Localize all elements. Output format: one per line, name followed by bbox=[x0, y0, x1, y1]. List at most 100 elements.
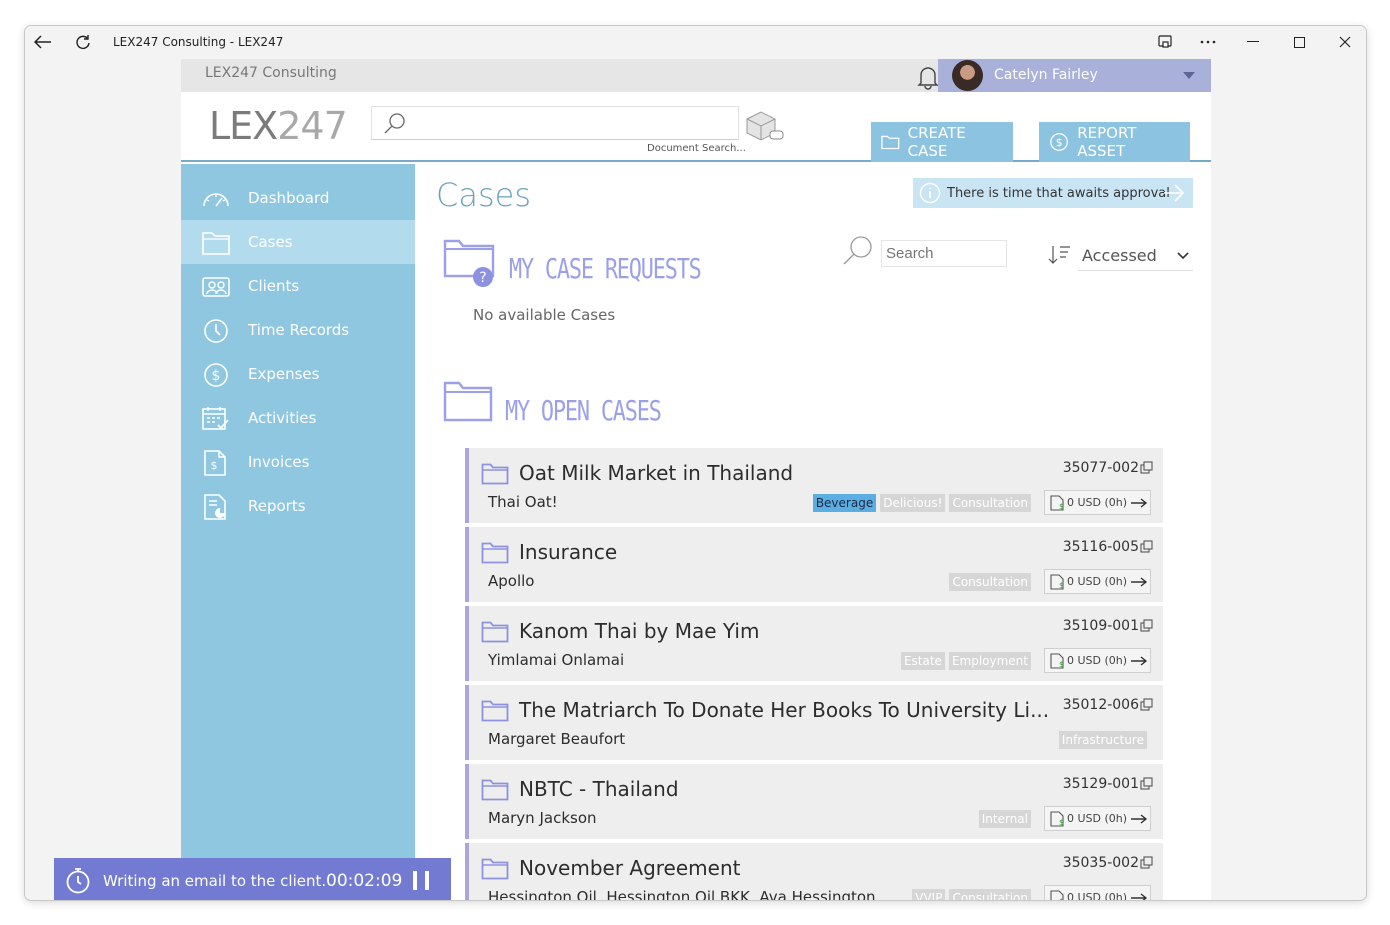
alert-text: There is time that awaits approval bbox=[947, 185, 1170, 201]
dollar-icon: $ bbox=[1050, 133, 1069, 151]
close-icon[interactable] bbox=[1335, 32, 1355, 52]
refresh-icon[interactable] bbox=[73, 32, 93, 52]
sidebar-item-time-records[interactable]: Time Records bbox=[181, 308, 415, 352]
case-requests-title: MY CASE REQUESTS bbox=[509, 252, 702, 285]
folder-icon bbox=[881, 135, 900, 150]
case-expense-button[interactable]: $0 USD (0h) bbox=[1044, 490, 1151, 515]
logo: LEX247 bbox=[209, 104, 348, 148]
external-link-icon[interactable] bbox=[1140, 619, 1153, 632]
sidebar-item-label: Expenses bbox=[248, 365, 320, 383]
case-expense-button[interactable]: $0 USD (0h) bbox=[1044, 569, 1151, 594]
external-link-icon[interactable] bbox=[1140, 777, 1153, 790]
case-expense: 0 USD (0h) bbox=[1067, 812, 1128, 825]
folder-icon bbox=[481, 463, 509, 485]
report-asset-label: REPORT ASSET bbox=[1077, 124, 1137, 160]
logo-light: 247 bbox=[277, 104, 348, 148]
avatar bbox=[952, 60, 983, 91]
case-card[interactable]: NBTC - Thailand Maryn Jackson 35129-001 Int… bbox=[465, 764, 1163, 839]
external-link-icon[interactable] bbox=[1140, 856, 1153, 869]
sort-dropdown[interactable]: Accessed bbox=[1048, 240, 1193, 271]
header: LEX247 Document Search... CREATE CASE $ … bbox=[181, 92, 1211, 162]
case-title[interactable]: The Matriarch To Donate Her Books To Uni… bbox=[519, 698, 1049, 722]
sidebar-item-reports[interactable]: Reports bbox=[181, 484, 415, 528]
arrow-right-icon bbox=[1131, 813, 1148, 824]
case-client: Thai Oat! bbox=[488, 493, 558, 511]
page-title: Cases bbox=[436, 176, 531, 214]
sidebar-item-clients[interactable]: Clients bbox=[181, 264, 415, 308]
case-tag: Consultation bbox=[949, 494, 1031, 512]
case-title[interactable]: Oat Milk Market in Thailand bbox=[519, 461, 793, 485]
minimize-icon[interactable] bbox=[1243, 32, 1263, 52]
external-link-icon[interactable] bbox=[1140, 461, 1153, 474]
case-card[interactable]: November Agreement Hessington Oil, Hessin… bbox=[465, 843, 1163, 901]
svg-text:$: $ bbox=[1059, 660, 1064, 669]
case-expense: 0 USD (0h) bbox=[1067, 654, 1128, 667]
case-title[interactable]: Kanom Thai by Mae Yim bbox=[519, 619, 759, 643]
expense-doc-icon: $ bbox=[1050, 889, 1064, 900]
sidebar-item-label: Clients bbox=[248, 277, 300, 295]
case-expense-button[interactable]: $0 USD (0h) bbox=[1044, 806, 1151, 831]
bell-icon[interactable] bbox=[916, 64, 940, 94]
svg-text:$: $ bbox=[1056, 136, 1063, 149]
case-tag: Infrastructure bbox=[1058, 731, 1147, 749]
sort-selected: Accessed bbox=[1082, 246, 1157, 265]
case-title[interactable]: November Agreement bbox=[519, 856, 740, 880]
dollar-icon: $ bbox=[204, 363, 228, 387]
sidebar-item-expenses[interactable]: $ Expenses bbox=[181, 352, 415, 396]
report-asset-button[interactable]: $ REPORT ASSET bbox=[1039, 122, 1190, 162]
case-card[interactable]: The Matriarch To Donate Her Books To Uni… bbox=[465, 685, 1163, 760]
expense-doc-icon: $ bbox=[1050, 494, 1064, 511]
case-requests-search-input[interactable] bbox=[881, 240, 1007, 267]
folder-icon bbox=[481, 700, 509, 722]
case-tag: Consultation bbox=[949, 889, 1031, 900]
user-menu[interactable]: Catelyn Fairley bbox=[938, 59, 1211, 92]
case-tag: VVIP bbox=[912, 889, 946, 900]
pause-button[interactable] bbox=[413, 871, 429, 890]
maximize-icon[interactable] bbox=[1289, 32, 1309, 52]
user-name: Catelyn Fairley bbox=[994, 67, 1098, 83]
case-tag: Employment bbox=[948, 652, 1031, 670]
document-search-input[interactable] bbox=[412, 111, 732, 135]
external-link-icon[interactable] bbox=[1140, 540, 1153, 553]
more-icon[interactable] bbox=[1198, 32, 1218, 52]
arrow-right-icon bbox=[1131, 892, 1148, 900]
stopwatch-icon bbox=[66, 868, 90, 894]
folder-question-icon: ? bbox=[443, 239, 495, 287]
case-card[interactable]: Kanom Thai by Mae Yim Yimlamai Onlamai 351… bbox=[465, 606, 1163, 681]
case-tag: Estate bbox=[900, 652, 945, 670]
timer-description: Writing an email to the client. bbox=[103, 872, 327, 890]
back-arrow-icon[interactable] bbox=[33, 32, 53, 52]
case-number: 35129-001 bbox=[1062, 776, 1139, 792]
case-expense: 0 USD (0h) bbox=[1067, 891, 1128, 901]
info-icon bbox=[919, 182, 941, 204]
case-number: 35109-001 bbox=[1062, 618, 1139, 634]
svg-text:$: $ bbox=[1059, 581, 1064, 590]
sidebar-item-cases[interactable]: Cases bbox=[181, 220, 415, 264]
sidebar-item-label: Cases bbox=[248, 233, 293, 251]
case-card[interactable]: Oat Milk Market in Thailand Thai Oat! 3507… bbox=[465, 448, 1163, 523]
arrow-right-icon bbox=[1164, 184, 1185, 202]
case-tags: Estate Employment bbox=[900, 652, 1031, 670]
report-icon bbox=[204, 494, 226, 520]
sidebar-item-label: Activities bbox=[248, 409, 317, 427]
timer-elapsed: 00:02:09 bbox=[326, 871, 403, 891]
case-tag: Internal bbox=[978, 810, 1031, 828]
case-expense-button[interactable]: $0 USD (0h) bbox=[1044, 885, 1151, 901]
case-expense-button[interactable]: $0 USD (0h) bbox=[1044, 648, 1151, 673]
case-title[interactable]: Insurance bbox=[519, 540, 617, 564]
case-tags: Infrastructure bbox=[1058, 731, 1147, 749]
document-box-icon[interactable] bbox=[744, 109, 786, 147]
sidebar-item-activities[interactable]: Activities bbox=[181, 396, 415, 440]
case-card[interactable]: Insurance Apollo 35116-005 Consultation $0 U… bbox=[465, 527, 1163, 602]
document-search bbox=[371, 106, 739, 140]
cast-icon[interactable] bbox=[1155, 32, 1175, 52]
case-client: Margaret Beaufort bbox=[488, 730, 626, 748]
sidebar-item-invoices[interactable]: $ Invoices bbox=[181, 440, 415, 484]
external-link-icon[interactable] bbox=[1140, 698, 1153, 711]
sidebar-item-dashboard[interactable]: Dashboard bbox=[181, 176, 415, 220]
approval-alert[interactable]: There is time that awaits approval bbox=[913, 178, 1193, 208]
case-title[interactable]: NBTC - Thailand bbox=[519, 777, 679, 801]
create-case-button[interactable]: CREATE CASE bbox=[871, 122, 1013, 162]
sort-icon bbox=[1048, 246, 1070, 264]
folder-icon bbox=[443, 381, 493, 422]
